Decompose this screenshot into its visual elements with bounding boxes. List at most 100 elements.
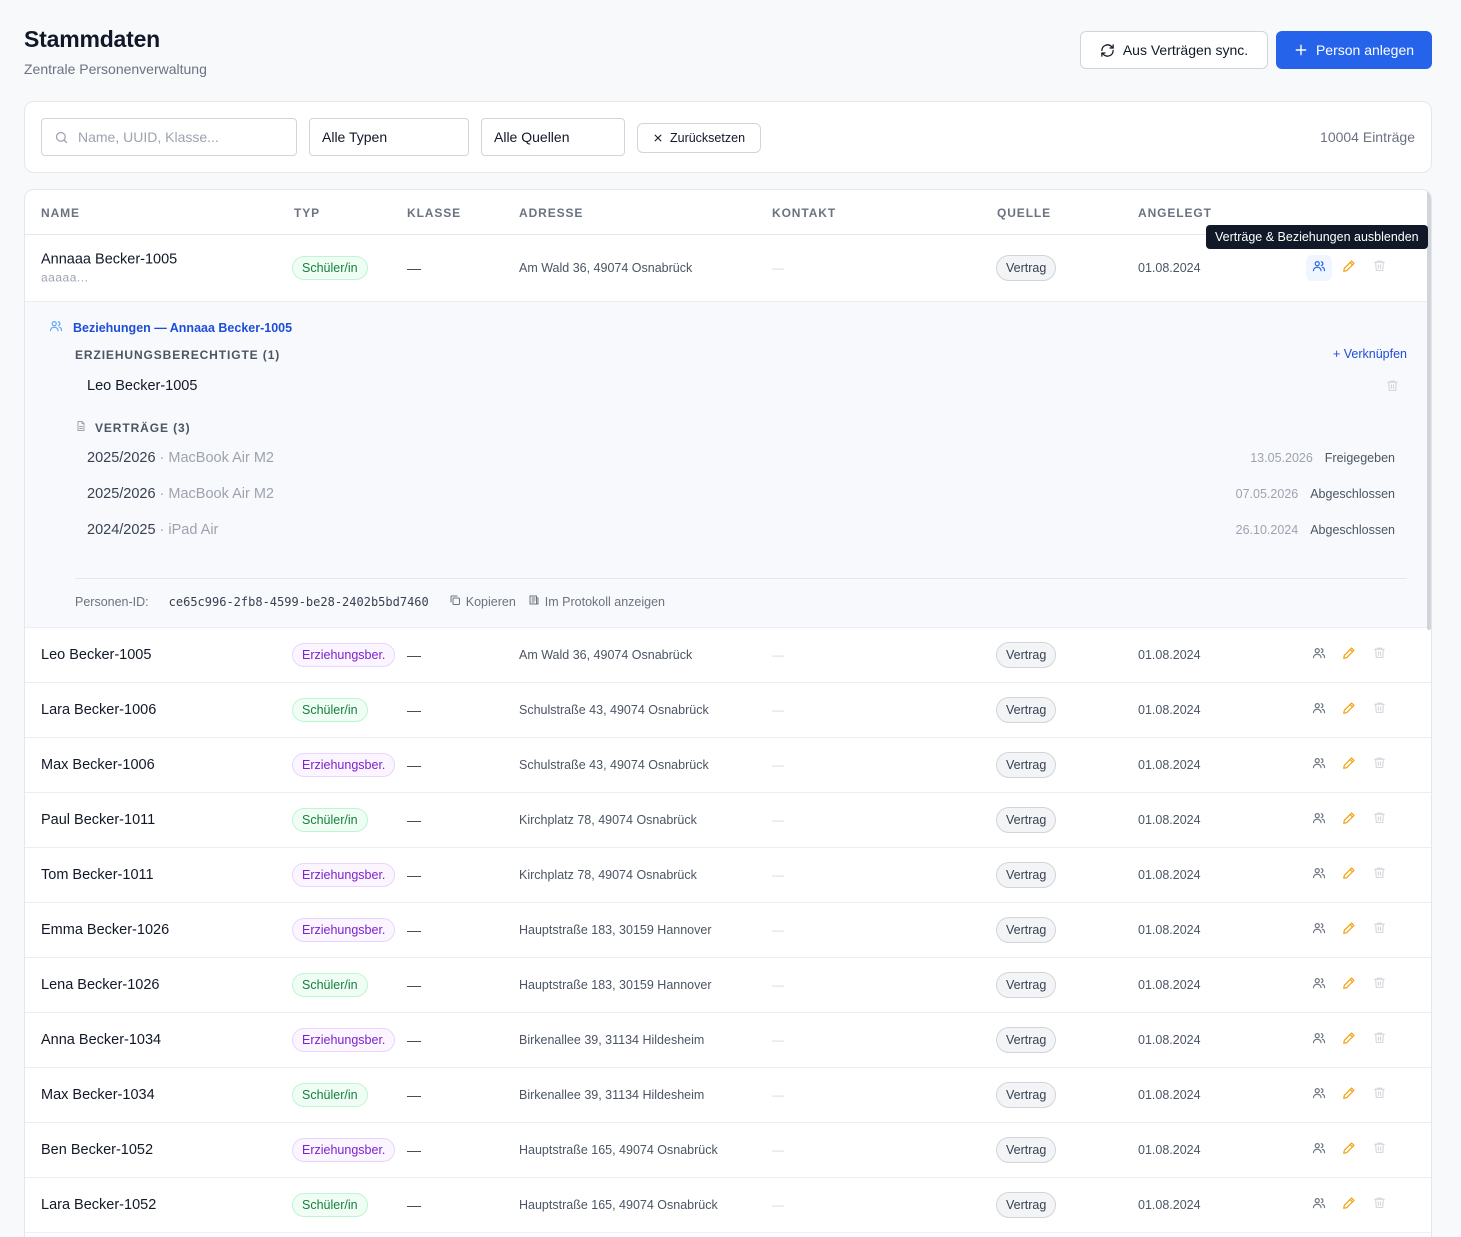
table-row[interactable]: Tom Becker-1011 Erziehungsber. — Kirchplatz… [25,848,1431,903]
contract-device: · MacBook Air M2 [159,450,274,466]
source-badge: Vertrag [996,917,1057,943]
guardians-section-label: ERZIEHUNGSBERECHTIGTE (1) [75,348,281,362]
relations-toggle-button[interactable] [1306,807,1332,833]
edit-button[interactable] [1336,972,1362,998]
relations-toggle-button[interactable] [1306,1192,1332,1218]
person-name-cell: Lara Becker-1006 [41,702,156,718]
pencil-icon [1342,1086,1356,1105]
edit-button[interactable] [1336,752,1362,778]
table-row[interactable]: Emma Becker-1026 Erziehungsber. — Hauptstra… [25,903,1431,958]
users-icon [1312,1031,1326,1050]
table-row[interactable]: Lara Becker-1006 Schüler/in — Schulstraße 4… [25,683,1431,738]
relations-title-label: Beziehungen — Annaaa Becker-1005 [73,320,293,335]
table-row[interactable]: Max Becker-1034 Schüler/in — Birkenallee 39… [25,1068,1431,1123]
address-cell: Hauptstraße 165, 49074 Osnabrück [519,1198,718,1212]
scrollbar[interactable] [1427,190,1431,630]
edit-button[interactable] [1336,1082,1362,1108]
delete-button[interactable] [1366,1137,1392,1163]
row-actions [1306,1027,1392,1053]
header-class[interactable]: KLASSE [407,206,461,220]
guardian-item[interactable]: Leo Becker-1005 [87,378,197,394]
table-row[interactable]: Lena Becker-1026 Schüler/in — Hauptstraße 1… [25,958,1431,1013]
log-icon [528,594,540,609]
relations-toggle-button[interactable] [1306,917,1332,943]
header-contact[interactable]: KONTAKT [772,206,836,220]
created-date: 01.08.2024 [1138,1198,1201,1212]
copy-id-button[interactable]: Kopieren [449,594,516,609]
relations-toggle-button[interactable] [1306,972,1332,998]
source-filter-select[interactable]: Alle Quellen [481,118,625,156]
contract-item[interactable]: 2025/2026 · MacBook Air M2 [87,486,274,502]
created-date: 01.08.2024 [1138,1143,1201,1157]
contracts-section-label: VERTRÄGE (3) [75,420,190,435]
relations-toggle-button[interactable] [1306,862,1332,888]
edit-button[interactable] [1336,255,1362,281]
contract-device: · iPad Air [159,522,219,538]
search-input[interactable]: Name, UUID, Klasse... [41,118,297,156]
header-address[interactable]: ADRESSE [519,206,583,220]
relations-title: Beziehungen — Annaaa Becker-1005 [49,319,292,336]
delete-button[interactable] [1366,1082,1392,1108]
header-created[interactable]: ANGELEGT [1138,206,1212,220]
table-row[interactable]: Max Becker-1006 Erziehungsber. — Schulstraß… [25,738,1431,793]
address-cell: Am Wald 36, 49074 Osnabrück [519,648,693,662]
reset-filters-button[interactable]: Zurücksetzen [637,123,761,153]
delete-button[interactable] [1366,1027,1392,1053]
trash-icon [1373,1086,1386,1104]
edit-button[interactable] [1336,1192,1362,1218]
sync-button-label: Aus Verträgen sync. [1122,42,1249,58]
header-type[interactable]: TYP [294,206,320,220]
sync-from-contracts-button[interactable]: Aus Verträgen sync. [1080,31,1268,69]
row-actions [1306,862,1392,888]
type-badge: Schüler/in [292,1193,368,1217]
relations-toggle-button[interactable] [1306,1082,1332,1108]
delete-button[interactable] [1366,1192,1392,1218]
edit-button[interactable] [1336,697,1362,723]
edit-button[interactable] [1336,917,1362,943]
relations-toggle-button[interactable] [1306,697,1332,723]
relations-toggle-button[interactable] [1306,1027,1332,1053]
delete-button[interactable] [1366,752,1392,778]
delete-button[interactable] [1366,972,1392,998]
edit-button[interactable] [1336,807,1362,833]
header-name[interactable]: NAME [41,206,80,220]
unlink-guardian-button[interactable] [1386,379,1399,397]
header-source[interactable]: QUELLE [997,206,1051,220]
table-row[interactable]: Lara Becker-1052 Schüler/in — Hauptstraße 1… [25,1178,1431,1233]
source-badge: Vertrag [996,642,1057,668]
table-row[interactable]: Anna Becker-1034 Erziehungsber. — Birkenall… [25,1013,1431,1068]
row-actions [1306,917,1392,943]
contract-meta: 13.05.2026 Freigegeben [1250,451,1395,465]
table-row[interactable]: Ben Becker-1052 Erziehungsber. — Hauptstraß… [25,1123,1431,1178]
edit-button[interactable] [1336,1137,1362,1163]
table-row[interactable]: Paul Becker-1011 Schüler/in — Kirchplatz 78… [25,793,1431,848]
table-row[interactable]: Leo Becker-1005 Erziehungsber. — Am Wald 36… [25,628,1431,683]
class-cell: — [407,812,421,828]
class-cell: — [407,1142,421,1158]
delete-button[interactable] [1366,255,1392,281]
delete-button[interactable] [1366,917,1392,943]
delete-button[interactable] [1366,642,1392,668]
relations-toggle-button[interactable] [1306,1137,1332,1163]
relations-toggle-button[interactable] [1306,642,1332,668]
type-filter-select[interactable]: Alle Typen [309,118,469,156]
created-date: 01.08.2024 [1138,868,1201,882]
relations-toggle-button[interactable] [1306,255,1332,281]
source-badge: Vertrag [996,1192,1057,1218]
contract-item[interactable]: 2025/2026 · MacBook Air M2 [87,450,274,466]
link-person-button[interactable]: + Verknüpfen [1333,347,1407,361]
relations-toggle-button[interactable] [1306,752,1332,778]
delete-button[interactable] [1366,807,1392,833]
edit-button[interactable] [1336,862,1362,888]
delete-button[interactable] [1366,862,1392,888]
edit-button[interactable] [1336,642,1362,668]
pencil-icon [1342,756,1356,775]
contract-date: 07.05.2026 [1235,487,1299,501]
edit-button[interactable] [1336,1027,1362,1053]
add-person-button[interactable]: Person anlegen [1276,31,1432,69]
contract-item[interactable]: 2024/2025 · iPad Air [87,522,218,538]
address-cell: Schulstraße 43, 49074 Osnabrück [519,703,709,717]
delete-button[interactable] [1366,697,1392,723]
show-in-log-button[interactable]: Im Protokoll anzeigen [528,594,665,609]
created-date: 01.08.2024 [1138,648,1201,662]
